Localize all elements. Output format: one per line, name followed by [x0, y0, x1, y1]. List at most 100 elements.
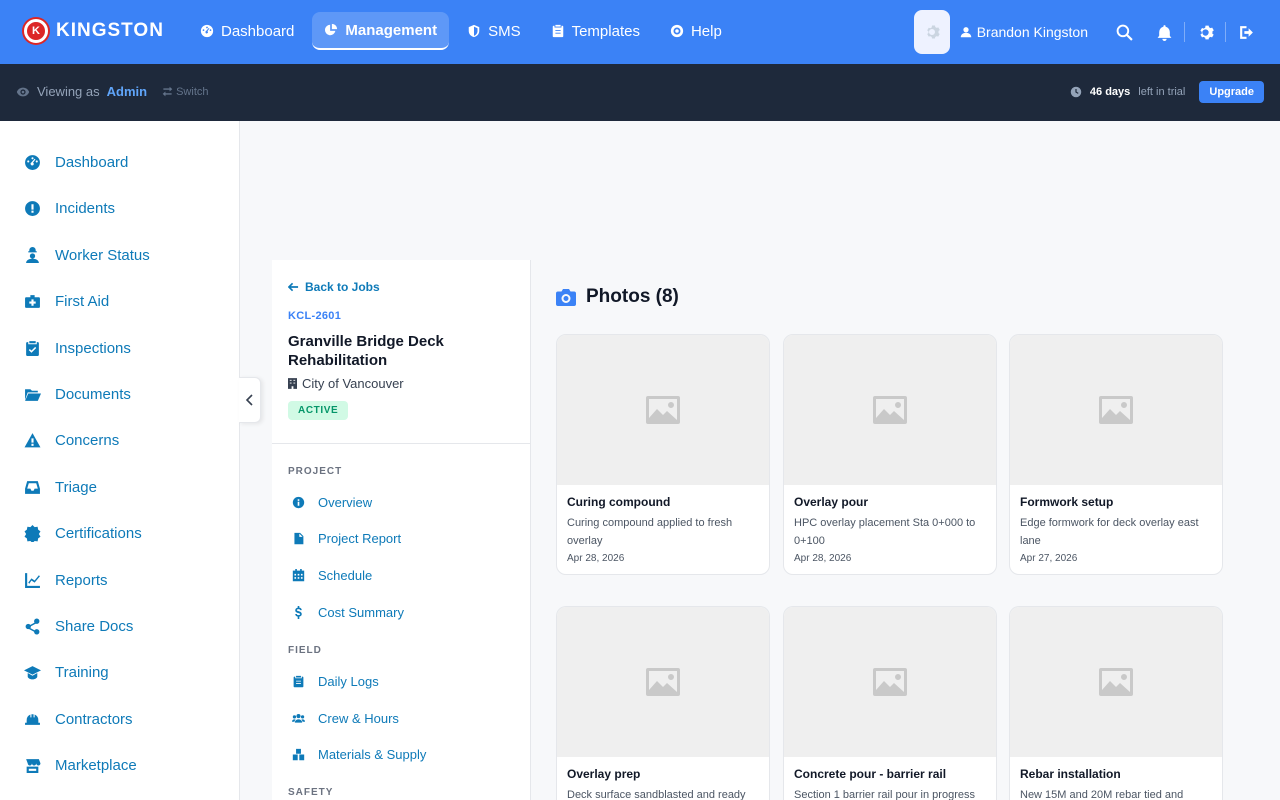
sidebar-item-label: Marketplace	[55, 757, 137, 774]
photo-title: Curing compound	[567, 495, 671, 509]
switch-role-button[interactable]: Switch	[162, 86, 209, 98]
sidebar-item-label: Dashboard	[55, 154, 129, 171]
camera-icon	[556, 289, 576, 306]
photo-title: Formwork setup	[1020, 495, 1114, 509]
sidebar-item-label: Worker Status	[55, 247, 150, 264]
folder-open-icon	[25, 389, 41, 401]
menu-item-crew-hours[interactable]: Crew & Hours	[292, 711, 399, 726]
theme-settings-button[interactable]	[913, 10, 950, 54]
photo-thumbnail[interactable]	[784, 607, 996, 757]
viewing-as-label: Viewing as	[37, 84, 100, 99]
user-name: Brandon Kingston	[976, 24, 1088, 40]
logout-button[interactable]	[1236, 22, 1256, 42]
upgrade-button[interactable]: Upgrade	[1199, 81, 1264, 103]
brand[interactable]: K KINGSTON	[24, 19, 164, 43]
menu-item-materials-supply[interactable]: Materials & Supply	[292, 747, 426, 762]
image-placeholder-icon	[646, 668, 680, 696]
photo-description: Edge formwork for deck overlay east lane	[1020, 517, 1199, 547]
sidebar-item-concerns[interactable]: Concerns	[24, 432, 119, 449]
section-label-safety: SAFETY	[288, 787, 334, 798]
sidebar-item-certifications[interactable]: Certifications	[24, 525, 142, 542]
photo-thumbnail[interactable]	[557, 335, 769, 485]
photo-card[interactable]: Overlay pour HPC overlay placement Sta 0…	[783, 334, 997, 575]
photo-description: New 15M and 20M rebar tied and	[1020, 789, 1184, 800]
worker-icon	[26, 247, 39, 263]
sidebar-item-contractors[interactable]: Contractors	[24, 711, 133, 728]
photo-thumbnail[interactable]	[557, 607, 769, 757]
search-button[interactable]	[1114, 22, 1134, 42]
menu-item-cost-summary[interactable]: Cost Summary	[292, 605, 404, 620]
photo-description: Section 1 barrier rail pour in progress	[794, 789, 975, 800]
role-label: Admin	[106, 84, 148, 99]
sidebar-item-worker-status[interactable]: Worker Status	[24, 247, 150, 264]
graduation-cap-icon	[24, 666, 41, 680]
photos-header: Photos (8)	[556, 286, 679, 308]
toolbar-divider	[1184, 22, 1185, 42]
sidebar-item-dashboard[interactable]: Dashboard	[24, 154, 128, 171]
photo-card[interactable]: Rebar installation New 15M and 20M rebar…	[1009, 606, 1223, 800]
image-placeholder-icon	[1099, 668, 1133, 696]
sidebar-item-reports[interactable]: Reports	[24, 572, 108, 589]
inbox-icon	[25, 481, 40, 494]
back-to-jobs-link[interactable]: Back to Jobs	[288, 280, 380, 294]
context-bar: Viewing as Admin Switch 46 days left in …	[0, 64, 1280, 121]
user-menu[interactable]: Brandon Kingston	[960, 24, 1088, 40]
sidebar-item-training[interactable]: Training	[24, 664, 109, 681]
menu-item-daily-logs[interactable]: Daily Logs	[292, 674, 379, 689]
photo-card[interactable]: Formwork setup Edge formwork for deck ov…	[1009, 334, 1223, 575]
image-placeholder-icon	[646, 396, 680, 424]
menu-item-label: Project Report	[318, 531, 402, 546]
photo-date: Apr 28, 2026	[794, 553, 852, 564]
nav-management[interactable]: Management	[312, 12, 450, 50]
brand-name: KINGSTON	[56, 20, 164, 41]
photo-thumbnail[interactable]	[784, 335, 996, 485]
clipboard-check-icon	[26, 341, 39, 356]
photo-thumbnail[interactable]	[1010, 607, 1222, 757]
nav-sms[interactable]: SMS	[455, 12, 533, 50]
bell-icon	[1157, 24, 1171, 41]
sidebar-item-triage[interactable]: Triage	[24, 479, 97, 496]
sidebar-item-label: Training	[55, 664, 109, 681]
photo-thumbnail[interactable]	[1010, 335, 1222, 485]
job-title: Granville Bridge Deck Rehabilitation	[288, 333, 444, 369]
photo-card[interactable]: Curing compound Curing compound applied …	[556, 334, 770, 575]
store-icon	[26, 759, 41, 773]
dollar-icon	[295, 606, 302, 619]
swap-icon	[162, 86, 173, 97]
notifications-button[interactable]	[1154, 22, 1174, 42]
menu-item-label: Cost Summary	[318, 605, 404, 620]
sidebar-item-first-aid[interactable]: First Aid	[24, 293, 109, 310]
sidebar-item-label: Incidents	[55, 200, 116, 217]
sidebar-item-label: Contractors	[55, 711, 133, 728]
photo-card[interactable]: Overlay prep Deck surface sandblasted an…	[556, 606, 770, 800]
photos-title: Photos (8)	[586, 286, 679, 307]
photo-description: Deck surface sandblasted and ready	[567, 789, 746, 800]
nav-help[interactable]: Help	[658, 12, 734, 50]
certificate-icon	[24, 525, 41, 542]
menu-item-project-report[interactable]: Project Report	[292, 531, 401, 546]
photo-card[interactable]: Concrete pour - barrier rail Section 1 b…	[783, 606, 997, 800]
sidebar-item-marketplace[interactable]: Marketplace	[24, 757, 137, 774]
sidebar-item-documents[interactable]: Documents	[24, 386, 131, 403]
job-id: KCL-2601	[288, 310, 342, 322]
settings-button[interactable]	[1195, 22, 1215, 42]
sidebar-item-incidents[interactable]: Incidents	[24, 200, 115, 217]
section-label-field: FIELD	[288, 645, 322, 656]
sidebar-item-inspections[interactable]: Inspections	[24, 340, 131, 357]
chevron-left-icon	[245, 394, 253, 406]
collapse-sidebar-button[interactable]	[239, 377, 261, 423]
nav-templates[interactable]: Templates	[539, 12, 652, 50]
sidebar-item-share-docs[interactable]: Share Docs	[24, 618, 133, 635]
nav-templates-label: Templates	[571, 22, 640, 40]
top-right-tools: Brandon Kingston	[913, 10, 1266, 54]
nav-dashboard[interactable]: Dashboard	[188, 12, 306, 50]
menu-item-schedule[interactable]: Schedule	[292, 568, 372, 583]
pie-chart-icon	[325, 23, 338, 36]
nav-help-label: Help	[690, 22, 722, 40]
menu-item-overview[interactable]: Overview	[292, 495, 372, 510]
warning-icon	[24, 433, 41, 448]
image-placeholder-icon	[1099, 396, 1133, 424]
sidebar: Dashboard Incidents Worker Status First …	[0, 121, 240, 800]
sidebar-item-label: Certifications	[55, 525, 142, 542]
back-label: Back to Jobs	[305, 280, 380, 294]
